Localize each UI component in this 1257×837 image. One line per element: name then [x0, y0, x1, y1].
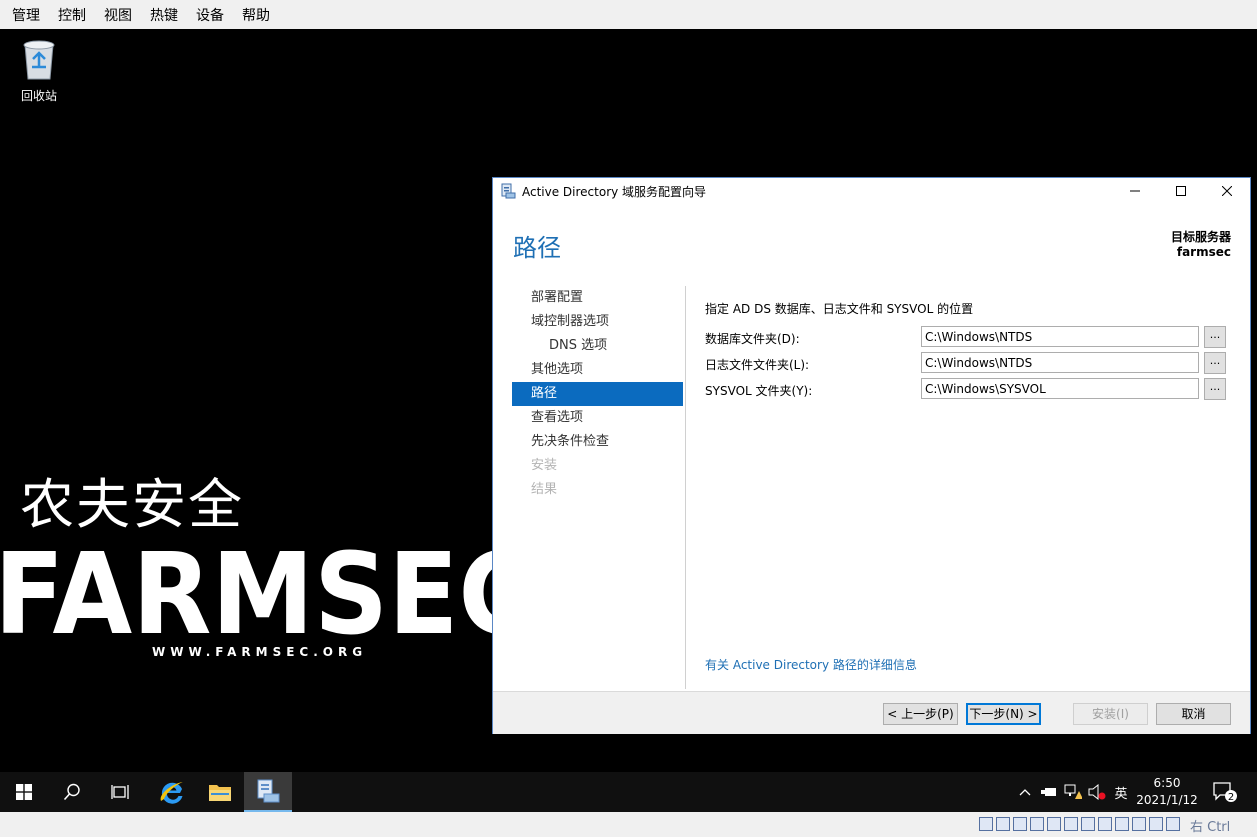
menu-control[interactable]: 控制 [46, 5, 92, 25]
maximize-button[interactable] [1158, 178, 1204, 204]
server-manager-icon [257, 779, 280, 803]
ad-ds-config-wizard-window: Active Directory 域服务配置向导 路径 目标服务器 farmse… [492, 177, 1251, 734]
windows-logo-icon [16, 784, 32, 800]
hard-disk-icon[interactable] [979, 817, 993, 831]
cancel-button[interactable]: 取消 [1156, 703, 1231, 725]
internet-explorer-icon [160, 782, 183, 804]
taskbar-file-explorer[interactable] [196, 772, 244, 812]
recycle-bin-icon [23, 40, 55, 80]
minimize-icon [1130, 190, 1140, 192]
close-icon [1222, 186, 1232, 196]
vm-status-bar: 右 Ctrl [0, 812, 1257, 837]
optical-drive-icon[interactable] [996, 817, 1010, 831]
tray-network[interactable] [1062, 772, 1084, 812]
window-title: Active Directory 域服务配置向导 [522, 184, 707, 199]
minimize-button[interactable] [1112, 178, 1158, 204]
target-server: 目标服务器 farmsec [1171, 230, 1231, 260]
ime-indicator[interactable]: 英 [1110, 772, 1132, 812]
taskbar-server-manager[interactable] [244, 772, 292, 812]
clock[interactable]: 6:50 2021/1/12 [1130, 775, 1204, 809]
menu-view[interactable]: 视图 [92, 5, 138, 25]
menu-help[interactable]: 帮助 [230, 5, 276, 25]
wizard-footer: < 上一步(P) 下一步(N) > 安装(I) 取消 [493, 691, 1250, 734]
database-folder-input[interactable] [921, 326, 1199, 347]
logo-chinese-text: 农夫安全 [20, 473, 244, 536]
database-folder-label: 数据库文件夹(D): [705, 332, 800, 346]
vm-device-icons [979, 817, 1180, 831]
nav-item-dc-options[interactable]: 域控制器选项 [512, 310, 683, 334]
search-button[interactable] [48, 772, 96, 812]
recording-icon[interactable] [1098, 817, 1112, 831]
nav-item-deployment-config[interactable]: 部署配置 [512, 286, 683, 310]
notification-icon: 2 [1213, 782, 1237, 803]
task-view-button[interactable] [96, 772, 144, 812]
nav-item-additional-options[interactable]: 其他选项 [512, 358, 683, 382]
maximize-icon [1176, 186, 1186, 196]
recycle-bin[interactable]: 回收站 [14, 37, 64, 104]
speaker-muted-icon [1088, 784, 1106, 800]
usb-icon[interactable] [1047, 817, 1061, 831]
nav-item-review-options[interactable]: 查看选项 [512, 406, 683, 430]
menu-devices[interactable]: 设备 [184, 5, 230, 25]
sysvol-folder-label: SYSVOL 文件夹(Y): [705, 384, 813, 398]
log-folder-browse-button[interactable]: ... [1204, 352, 1226, 374]
menu-hotkeys[interactable]: 热键 [138, 5, 184, 25]
title-bar[interactable]: Active Directory 域服务配置向导 [493, 178, 1250, 204]
network-warning-icon [1064, 784, 1082, 799]
nav-item-paths[interactable]: 路径 [512, 382, 683, 406]
sysvol-folder-input[interactable] [921, 378, 1199, 399]
tray-power[interactable] [1038, 772, 1060, 812]
log-folder-label: 日志文件文件夹(L): [705, 358, 810, 372]
install-button: 安装(I) [1073, 703, 1148, 725]
instruction-text: 指定 AD DS 数据库、日志文件和 SYSVOL 的位置 [705, 302, 974, 316]
notification-count: 2 [1228, 792, 1234, 803]
folder-icon [209, 785, 231, 801]
log-folder-input[interactable] [921, 352, 1199, 373]
host-key-label: 右 Ctrl [1190, 820, 1231, 835]
audio-icon[interactable] [1013, 817, 1027, 831]
mouse-integration-icon[interactable] [1166, 817, 1180, 831]
nav-item-prerequisites-check[interactable]: 先决条件检查 [512, 430, 683, 454]
logo-url-text: WWW.FARMSEC.ORG [152, 645, 367, 659]
logo-brand-text: FARMSEC [0, 530, 492, 660]
wizard-nav: 部署配置 域控制器选项 DNS 选项 其他选项 路径 查看选项 先决条件检查 安… [512, 286, 683, 502]
show-hidden-icons-button[interactable] [1016, 772, 1034, 812]
clock-time: 6:50 [1153, 776, 1181, 790]
guest-additions-icon[interactable] [1149, 817, 1163, 831]
target-server-label: 目标服务器 [1170, 230, 1231, 244]
taskbar-internet-explorer[interactable] [148, 772, 196, 812]
recycle-bin-label: 回收站 [20, 89, 57, 103]
nav-divider [685, 286, 686, 689]
task-view-icon [111, 785, 129, 799]
sysvol-folder-browse-button[interactable]: ... [1204, 378, 1226, 400]
chevron-up-icon [1019, 789, 1031, 796]
next-button[interactable]: 下一步(N) > [966, 703, 1041, 725]
taskbar: 英 6:50 2021/1/12 2 [0, 772, 1257, 812]
shared-folder-icon[interactable] [1064, 817, 1078, 831]
close-button[interactable] [1204, 178, 1250, 204]
more-info-link[interactable]: 有关 Active Directory 路径的详细信息 [705, 656, 917, 673]
previous-button[interactable]: < 上一步(P) [883, 703, 958, 725]
network-icon[interactable] [1030, 817, 1044, 831]
nav-item-dns-options[interactable]: DNS 选项 [512, 334, 683, 358]
target-server-name: farmsec [1176, 245, 1231, 259]
action-center-button[interactable]: 2 [1210, 772, 1240, 812]
page-title: 路径 [513, 234, 561, 262]
server-manager-icon [501, 183, 516, 199]
cpu-icon[interactable] [1132, 817, 1146, 831]
clock-date: 2021/1/12 [1136, 793, 1198, 807]
database-folder-browse-button[interactable]: ... [1204, 326, 1226, 348]
search-icon [63, 783, 80, 801]
power-plug-icon [1041, 788, 1056, 796]
vm-menu-bar: 管理 控制 视图 热键 设备 帮助 [0, 0, 1257, 29]
start-button[interactable] [0, 772, 48, 812]
vm-settings-icon[interactable] [1115, 817, 1129, 831]
menu-manage[interactable]: 管理 [0, 5, 46, 25]
nav-item-installation: 安装 [531, 458, 558, 473]
tray-volume[interactable] [1086, 772, 1108, 812]
farmsec-wallpaper-logo: 农夫安全 FARMSEC WWW.FARMSEC.ORG [0, 469, 492, 669]
nav-item-results: 结果 [531, 482, 558, 497]
display-icon[interactable] [1081, 817, 1095, 831]
